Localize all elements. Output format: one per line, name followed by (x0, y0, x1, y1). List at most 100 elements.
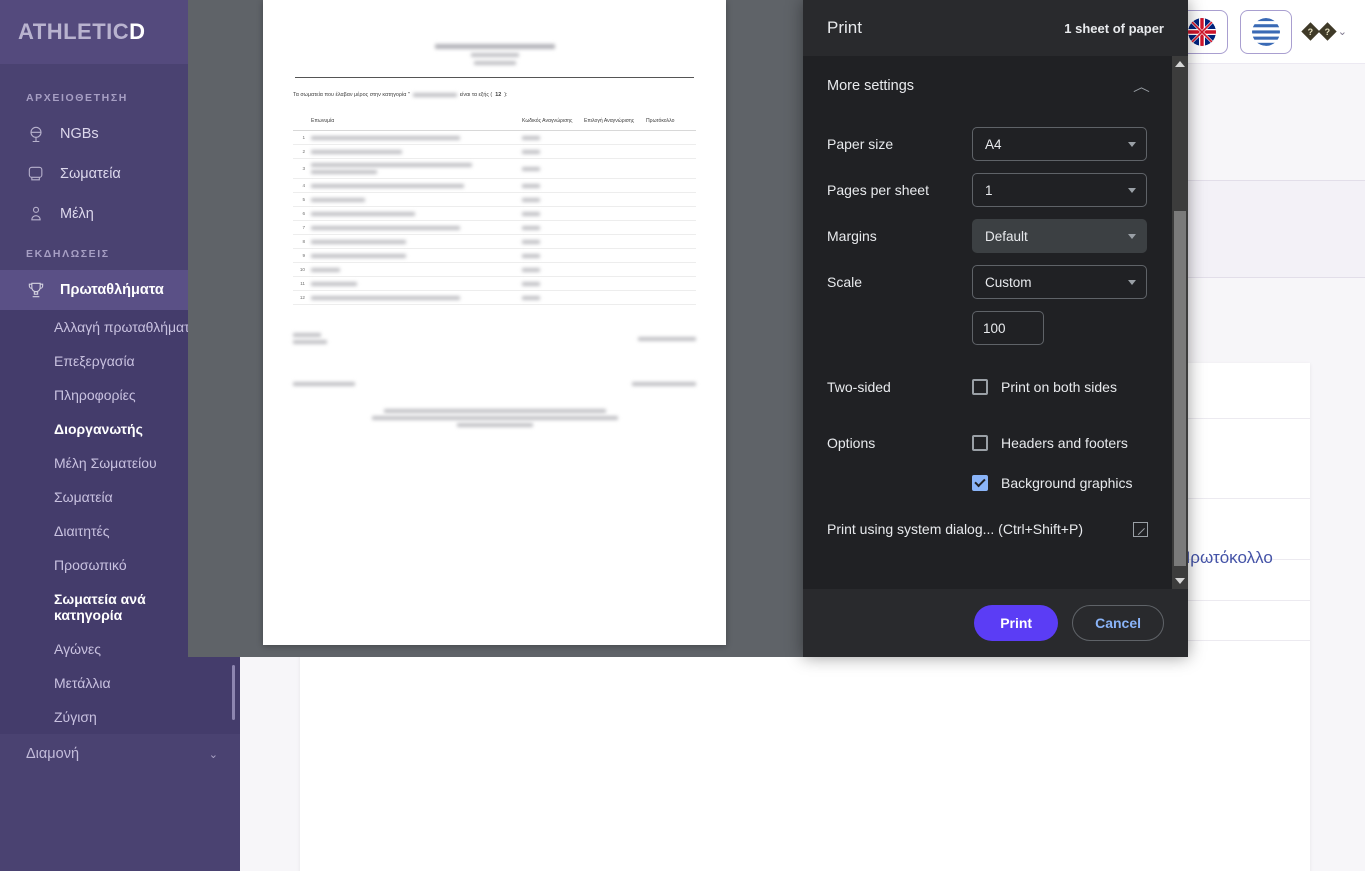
scrollbar-thumb[interactable] (1174, 211, 1186, 566)
preview-row-name (309, 144, 520, 159)
preview-table-row: 7 (293, 220, 696, 235)
external-link-icon (1133, 521, 1148, 537)
setting-label: Margins (827, 228, 877, 244)
preview-row-selection (582, 220, 644, 235)
preview-table-row: 10 (293, 262, 696, 277)
scrollbar-down-arrow[interactable] (1172, 573, 1188, 589)
preview-row-name (309, 130, 520, 145)
scale-value: Custom (985, 274, 1032, 290)
more-settings-toggle[interactable]: More settings ︿ (803, 56, 1172, 103)
print-settings-scroll: More settings ︿ Paper size A4 Pages per … (803, 56, 1172, 589)
scrollbar-up-arrow[interactable] (1172, 56, 1188, 72)
preview-table-row: 8 (293, 234, 696, 249)
preview-row-code (520, 130, 582, 145)
preview-row-name (309, 262, 520, 277)
chevron-down-icon (1128, 279, 1136, 285)
chevron-up-icon: ︿ (1133, 79, 1150, 94)
preview-col-selection: Επιλογή Αναγνώρισης (582, 114, 644, 131)
setting-scale-number: 100 (803, 305, 1172, 351)
preview-row-code (520, 192, 582, 207)
background-graphics-checkbox-row[interactable]: Background graphics (972, 475, 1148, 491)
headers-footers-checkbox-row[interactable]: Headers and footers (972, 435, 1148, 451)
print-confirm-button[interactable]: Print (974, 605, 1059, 641)
preview-intro-end: ): (504, 92, 508, 98)
pages-per-sheet-select[interactable]: 1 (972, 173, 1147, 207)
setting-label: Paper size (827, 136, 894, 152)
sidebar-item-label: Πρωταθλήματα (60, 282, 164, 298)
print-dialog-footer: Print Cancel (803, 589, 1188, 657)
system-dialog-link[interactable]: Print using system dialog... (Ctrl+Shift… (803, 501, 1172, 555)
paper-size-select[interactable]: A4 (972, 127, 1147, 161)
chevron-down-icon: ⌄ (208, 748, 218, 761)
headers-footers-checkbox[interactable] (972, 435, 988, 451)
preview-row-code (520, 234, 582, 249)
sidebar-subitem-label: Διοργανωτής (54, 421, 143, 437)
pages-per-sheet-value: 1 (985, 182, 993, 198)
preview-row-number: 2 (293, 144, 309, 159)
badge-b-label: ? (1324, 26, 1331, 37)
preview-row-protocol (644, 158, 696, 179)
chevron-down-icon (1128, 187, 1136, 193)
preview-col-code: Κωδικός Αναγνώρισης (520, 114, 582, 131)
print-dialog-scrollbar[interactable] (1172, 56, 1188, 589)
cancel-button[interactable]: Cancel (1072, 605, 1164, 641)
preview-row-name (309, 234, 520, 249)
preview-row-number: 6 (293, 206, 309, 221)
globe-icon (26, 124, 46, 144)
margins-select[interactable]: Default (972, 219, 1147, 253)
preview-row-protocol (644, 192, 696, 207)
badge-icon-a: ? (1301, 22, 1320, 41)
preview-row-protocol (644, 234, 696, 249)
preview-table-header: Επωνυμία Κωδικός Αναγνώρισης Επιλογή Ανα… (293, 114, 696, 131)
two-sided-checkbox[interactable] (972, 379, 988, 395)
sidebar-subitem-label: Μέλη Σωματείου (54, 455, 157, 471)
setting-label: Two-sided (827, 379, 891, 395)
setting-options-background: Background graphics (803, 465, 1172, 501)
logo-primary: ATHLETIC (18, 19, 130, 44)
preview-divider (295, 77, 694, 78)
scale-input[interactable]: 100 (972, 311, 1044, 345)
preview-row-code (520, 206, 582, 221)
preview-row-protocol (644, 206, 696, 221)
preview-col-name: Επωνυμία (309, 114, 520, 131)
logo-text: ATHLETICD (18, 19, 146, 45)
setting-pages-per-sheet: Pages per sheet 1 (803, 167, 1172, 213)
preview-row-selection (582, 206, 644, 221)
sidebar-item-accommodation[interactable]: Διαμονή ⌄ (0, 734, 240, 774)
logo-secondary: D (129, 19, 146, 44)
preview-row-number: 1 (293, 130, 309, 145)
headers-footers-label: Headers and footers (1001, 435, 1128, 451)
chevron-down-icon (1128, 141, 1136, 147)
setting-label: Pages per sheet (827, 182, 929, 198)
sidebar-subitem-label: Μετάλλια (54, 675, 111, 691)
language-button-gr[interactable] (1239, 9, 1292, 54)
preview-table-row: 6 (293, 206, 696, 221)
sidebar-item-label: Μέλη (60, 206, 94, 222)
preview-row-code (520, 178, 582, 193)
two-sided-checkbox-row[interactable]: Print on both sides (972, 379, 1148, 395)
background-graphics-checkbox[interactable] (972, 475, 988, 491)
preview-table-row: 5 (293, 192, 696, 207)
preview-row-selection (582, 276, 644, 291)
setting-label: Scale (827, 274, 863, 290)
sidebar-subitem-medals[interactable]: Μετάλλια (0, 666, 240, 700)
preview-row-protocol (644, 290, 696, 305)
preview-subtitle-redacted (470, 53, 519, 57)
sidebar-scroll-indicator[interactable] (232, 665, 235, 720)
flag-uk-icon (1187, 17, 1216, 46)
preview-table-row: 1 (293, 130, 696, 145)
preview-row-protocol (644, 248, 696, 263)
preview-subtitle2-redacted (473, 61, 516, 65)
sidebar-subitem-weighing[interactable]: Ζύγιση (0, 700, 240, 734)
setting-margins: Margins Default (803, 213, 1172, 259)
preview-title-redacted (434, 44, 555, 49)
preview-row-selection (582, 290, 644, 305)
preview-row-code (520, 220, 582, 235)
user-menu[interactable]: ? ? ⌄ (1301, 22, 1347, 41)
preview-table-row: 2 (293, 144, 696, 159)
preview-table-row: 11 (293, 276, 696, 291)
scale-select[interactable]: Custom (972, 265, 1147, 299)
preview-row-protocol (644, 276, 696, 291)
badge-a-label: ? (1307, 26, 1314, 37)
sidebar-subitem-label: Προσωπικό (54, 557, 127, 573)
